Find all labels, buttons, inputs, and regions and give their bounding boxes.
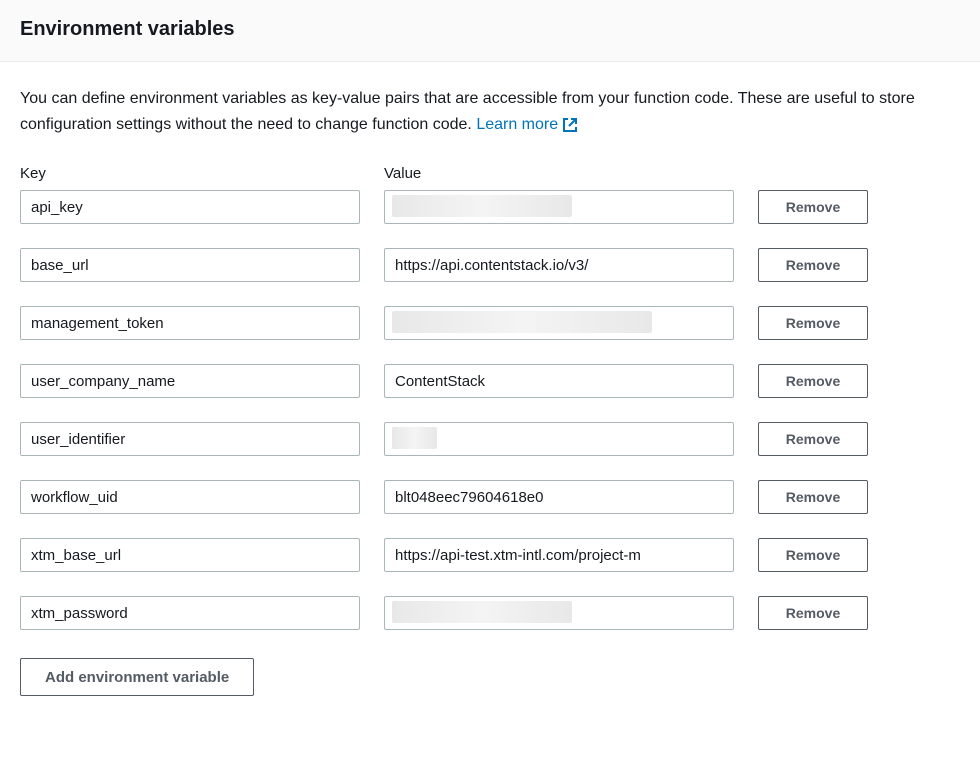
content-area: You can define environment variables as …	[0, 62, 980, 716]
env-var-key-input[interactable]	[20, 190, 360, 224]
env-var-row: Remove	[20, 190, 960, 224]
env-var-value-wrapper	[384, 422, 734, 456]
env-var-value-wrapper	[384, 248, 734, 282]
env-var-value-wrapper	[384, 306, 734, 340]
remove-button[interactable]: Remove	[758, 480, 868, 514]
redacted-overlay	[392, 195, 572, 217]
redacted-overlay	[392, 601, 572, 623]
env-var-value-input[interactable]	[384, 480, 734, 514]
env-var-row: Remove	[20, 538, 960, 572]
env-var-value-input[interactable]	[384, 248, 734, 282]
env-var-key-input[interactable]	[20, 306, 360, 340]
external-link-icon	[562, 116, 578, 132]
remove-button[interactable]: Remove	[758, 306, 868, 340]
remove-button[interactable]: Remove	[758, 596, 868, 630]
env-var-value-wrapper	[384, 480, 734, 514]
panel-header: Environment variables	[0, 0, 980, 62]
env-var-key-input[interactable]	[20, 538, 360, 572]
env-var-key-input[interactable]	[20, 248, 360, 282]
description-body: You can define environment variables as …	[20, 90, 915, 133]
remove-button[interactable]: Remove	[758, 364, 868, 398]
env-var-key-input[interactable]	[20, 480, 360, 514]
add-environment-variable-button[interactable]: Add environment variable	[20, 658, 254, 696]
table-header: Key Value	[20, 165, 960, 182]
description-text: You can define environment variables as …	[20, 86, 960, 137]
column-header-value: Value	[384, 165, 734, 182]
remove-button[interactable]: Remove	[758, 248, 868, 282]
env-var-value-wrapper	[384, 190, 734, 224]
column-header-key: Key	[20, 165, 360, 182]
remove-button[interactable]: Remove	[758, 538, 868, 572]
env-var-key-input[interactable]	[20, 596, 360, 630]
page-title: Environment variables	[20, 18, 960, 41]
env-var-row: Remove	[20, 480, 960, 514]
learn-more-link[interactable]: Learn more	[476, 112, 578, 138]
env-var-row: Remove	[20, 364, 960, 398]
env-var-key-input[interactable]	[20, 364, 360, 398]
remove-button[interactable]: Remove	[758, 422, 868, 456]
rows-container: Remove Remove Remove Remove Remove Remove Remo…	[20, 190, 960, 630]
env-var-value-input[interactable]	[384, 364, 734, 398]
env-var-value-wrapper	[384, 596, 734, 630]
redacted-overlay	[392, 427, 437, 449]
env-var-row: Remove	[20, 596, 960, 630]
learn-more-label: Learn more	[476, 112, 558, 138]
env-var-key-input[interactable]	[20, 422, 360, 456]
env-var-value-wrapper	[384, 538, 734, 572]
redacted-overlay	[392, 311, 652, 333]
env-var-value-input[interactable]	[384, 538, 734, 572]
env-var-value-wrapper	[384, 364, 734, 398]
env-var-row: Remove	[20, 248, 960, 282]
env-var-row: Remove	[20, 422, 960, 456]
env-var-row: Remove	[20, 306, 960, 340]
remove-button[interactable]: Remove	[758, 190, 868, 224]
